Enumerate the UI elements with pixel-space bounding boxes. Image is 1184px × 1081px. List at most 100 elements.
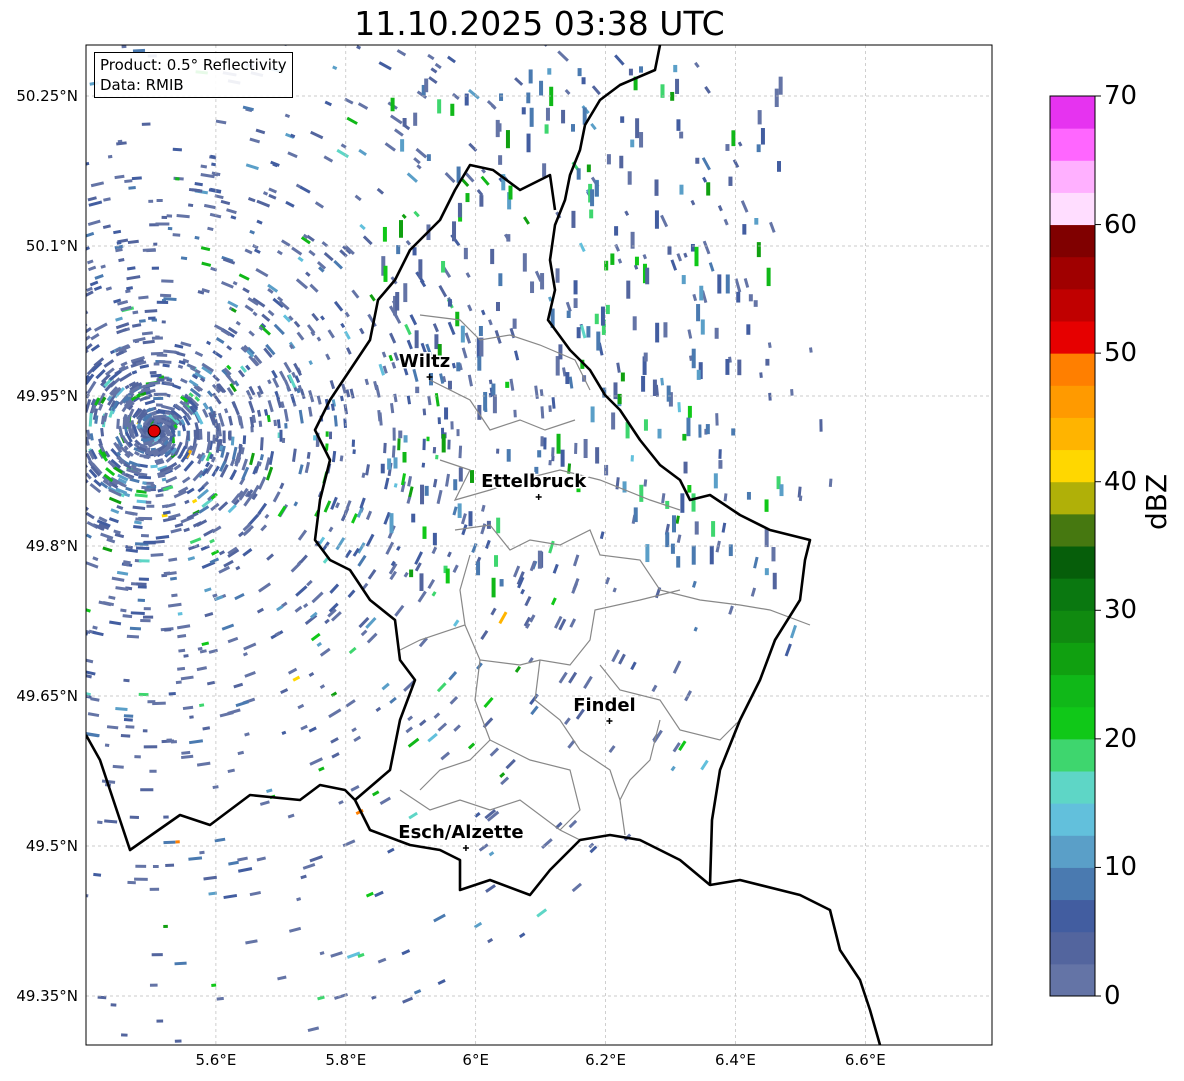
echo-cell [156, 353, 168, 357]
echo-cell [464, 172, 475, 183]
echo-cell [79, 429, 82, 435]
echo-cell [427, 395, 432, 406]
echo-cell [715, 540, 721, 553]
echo-cell [757, 110, 762, 125]
echo-cell [57, 141, 63, 146]
echo-cell [54, 410, 58, 415]
echo-cell [136, 499, 147, 504]
echo-cell [310, 130, 324, 140]
echo-cell [35, 335, 42, 343]
echo-cell [90, 333, 100, 341]
echo-cell [0, 417, 3, 425]
echo-cell [474, 811, 481, 818]
echo-cell [675, 515, 680, 524]
echo-cell [262, 191, 269, 196]
echo-cell [651, 684, 658, 693]
echo-cell [92, 630, 104, 637]
echo-cell [104, 367, 115, 377]
echo-cell [413, 112, 418, 126]
echo-cell [551, 455, 555, 462]
echo-cell [47, 502, 55, 511]
echo-cell [22, 318, 28, 324]
echo-cell [47, 377, 52, 382]
echo-cell [571, 210, 576, 228]
echo-cell [418, 719, 427, 727]
echo-cell [86, 259, 94, 265]
echo-cell [393, 483, 398, 488]
echo-cell [22, 466, 27, 472]
echo-cell [498, 273, 503, 287]
echo-cell [556, 433, 561, 454]
echo-cell [542, 163, 547, 177]
echo-cell [74, 483, 84, 493]
echo-cell [422, 408, 427, 416]
echo-cell [161, 320, 166, 324]
echo-cell [72, 450, 80, 462]
echo-cell [164, 628, 172, 632]
echo-cell [578, 242, 586, 253]
echo-cell [61, 124, 72, 130]
echo-cell [433, 913, 446, 923]
echo-cell [582, 38, 587, 43]
echo-cell [24, 462, 29, 470]
echo-cell [491, 383, 496, 396]
echo-cell [150, 553, 164, 557]
echo-cell [759, 372, 763, 378]
echo-cell [713, 473, 718, 489]
echo-cell [183, 460, 195, 472]
echo-cell [552, 563, 559, 574]
echo-cell [134, 520, 142, 525]
echo-cell [134, 877, 148, 881]
echo-cell [14, 444, 18, 449]
echo-cell [92, 556, 99, 562]
echo-cell [172, 233, 181, 237]
echo-cell [717, 274, 722, 294]
echo-cell [682, 433, 687, 441]
echo-cell [828, 478, 833, 488]
colorbar-segment [1050, 738, 1095, 772]
echo-cell [180, 378, 188, 384]
echo-cell [705, 424, 710, 435]
echo-cell [51, 350, 62, 363]
echo-cell [708, 262, 715, 272]
echo-cell [333, 260, 344, 270]
echo-cell [456, 429, 460, 437]
echo-cell [667, 246, 672, 255]
echo-cell [56, 900, 68, 905]
echo-cell [573, 280, 578, 295]
echo-cell [28, 571, 35, 578]
echo-cell [596, 331, 601, 351]
echo-cell [138, 692, 149, 697]
data-source-label: Data: RMIB [100, 76, 184, 94]
echo-cell [44, 458, 51, 469]
echo-cell [170, 576, 177, 581]
echo-cell [53, 663, 65, 670]
echo-cell [86, 246, 90, 254]
colorbar-segment [1050, 417, 1095, 451]
echo-cell [105, 286, 113, 291]
echo-cell [358, 148, 367, 157]
echo-cell [32, 599, 39, 605]
echo-cell [390, 403, 395, 414]
echo-cell [417, 590, 427, 603]
echo-cell [242, 287, 250, 294]
echo-cell [396, 49, 407, 57]
echo-cell [372, 11, 378, 16]
echo-cell [798, 495, 803, 502]
echo-cell [13, 56, 20, 61]
echo-cell [248, 400, 255, 414]
echo-cell [19, 433, 23, 443]
echo-cell [405, 726, 414, 734]
echo-cell [93, 285, 103, 292]
echo-cell [100, 264, 106, 269]
echo-cell [78, 309, 85, 315]
echo-cell [54, 484, 64, 496]
echo-cell [295, 278, 309, 290]
echo-cell [530, 281, 535, 294]
echo-cell [153, 392, 167, 396]
echo-cell [687, 405, 692, 418]
echo-cell [478, 325, 483, 337]
colorbar-segment [1050, 256, 1095, 290]
echo-cell [237, 856, 248, 862]
echo-cell [71, 225, 78, 230]
